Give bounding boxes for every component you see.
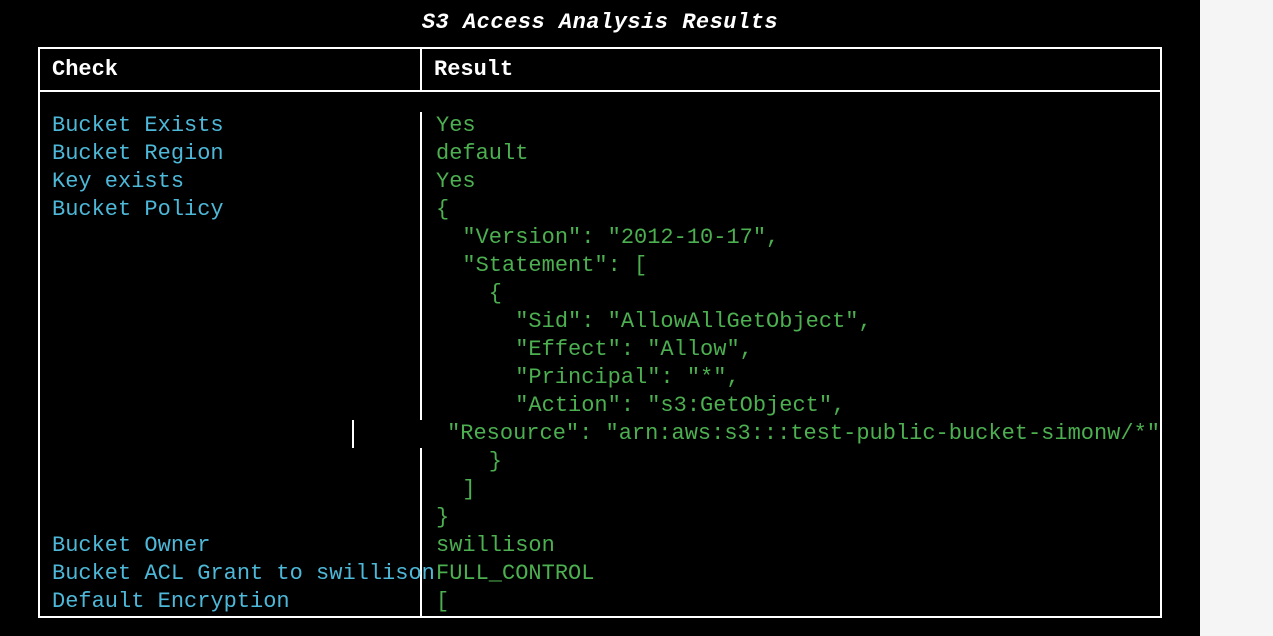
table-row: "Version": "2012-10-17",	[40, 224, 1160, 252]
check-cell	[40, 252, 422, 280]
check-cell	[40, 336, 422, 364]
result-cell: {	[422, 280, 1160, 308]
check-cell: Bucket Owner	[40, 532, 422, 560]
results-table: Check Result Bucket ExistsYes Bucket Reg…	[38, 47, 1162, 618]
table-row: "Sid": "AllowAllGetObject",	[40, 308, 1160, 336]
check-cell: Bucket Policy	[40, 196, 422, 224]
check-cell: Bucket ACL Grant to swillison	[40, 560, 422, 588]
results-title: S3 Access Analysis Results	[0, 10, 1200, 35]
result-cell: swillison	[422, 532, 1160, 560]
result-cell: }	[422, 504, 1160, 532]
table-body: Bucket ExistsYes Bucket Regiondefault Ke…	[40, 92, 1160, 616]
check-cell	[40, 420, 354, 448]
result-cell: "Sid": "AllowAllGetObject",	[422, 308, 1160, 336]
result-cell: ]	[422, 476, 1160, 504]
result-cell: }	[422, 448, 1160, 476]
result-cell: "Statement": [	[422, 252, 1160, 280]
check-cell	[40, 476, 422, 504]
check-cell: Default Encryption	[40, 588, 422, 616]
table-row: Bucket Ownerswillison	[40, 532, 1160, 560]
result-cell: "Version": "2012-10-17",	[422, 224, 1160, 252]
table-row: "Action": "s3:GetObject",	[40, 392, 1160, 420]
check-cell	[40, 392, 422, 420]
result-cell: "Principal": "*",	[422, 364, 1160, 392]
check-cell	[40, 224, 422, 252]
check-cell	[40, 280, 422, 308]
table-row: Bucket Policy{	[40, 196, 1160, 224]
result-cell: "Effect": "Allow",	[422, 336, 1160, 364]
table-row: }	[40, 504, 1160, 532]
result-cell: FULL_CONTROL	[422, 560, 1160, 588]
table-row: "Principal": "*",	[40, 364, 1160, 392]
table-row: Default Encryption[	[40, 588, 1160, 616]
result-cell: Yes	[422, 168, 1160, 196]
table-row: }	[40, 448, 1160, 476]
table-row: {	[40, 280, 1160, 308]
table-header-row: Check Result	[40, 49, 1160, 92]
check-cell: Key exists	[40, 168, 422, 196]
check-cell	[40, 364, 422, 392]
table-row: Bucket Regiondefault	[40, 140, 1160, 168]
check-cell: Bucket Exists	[40, 112, 422, 140]
result-cell: Yes	[422, 112, 1160, 140]
check-cell: Bucket Region	[40, 140, 422, 168]
table-row: Key existsYes	[40, 168, 1160, 196]
table-row: "Statement": [	[40, 252, 1160, 280]
result-cell: default	[422, 140, 1160, 168]
table-row: "Effect": "Allow",	[40, 336, 1160, 364]
header-result: Result	[422, 49, 1160, 90]
table-row: ]	[40, 476, 1160, 504]
terminal-window: S3 Access Analysis Results Check Result …	[0, 0, 1200, 636]
check-cell	[40, 308, 422, 336]
table-row: Bucket ACL Grant to swillisonFULL_CONTRO…	[40, 560, 1160, 588]
table-row: Bucket ExistsYes	[40, 112, 1160, 140]
check-cell	[40, 504, 422, 532]
result-cell: "Action": "s3:GetObject",	[422, 392, 1160, 420]
result-cell: {	[422, 196, 1160, 224]
header-check: Check	[40, 49, 422, 90]
table-row: "Resource": "arn:aws:s3:::test-public-bu…	[40, 420, 1160, 448]
result-cell: "Resource": "arn:aws:s3:::test-public-bu…	[354, 420, 1160, 448]
result-cell: [	[422, 588, 1160, 616]
check-cell	[40, 448, 422, 476]
